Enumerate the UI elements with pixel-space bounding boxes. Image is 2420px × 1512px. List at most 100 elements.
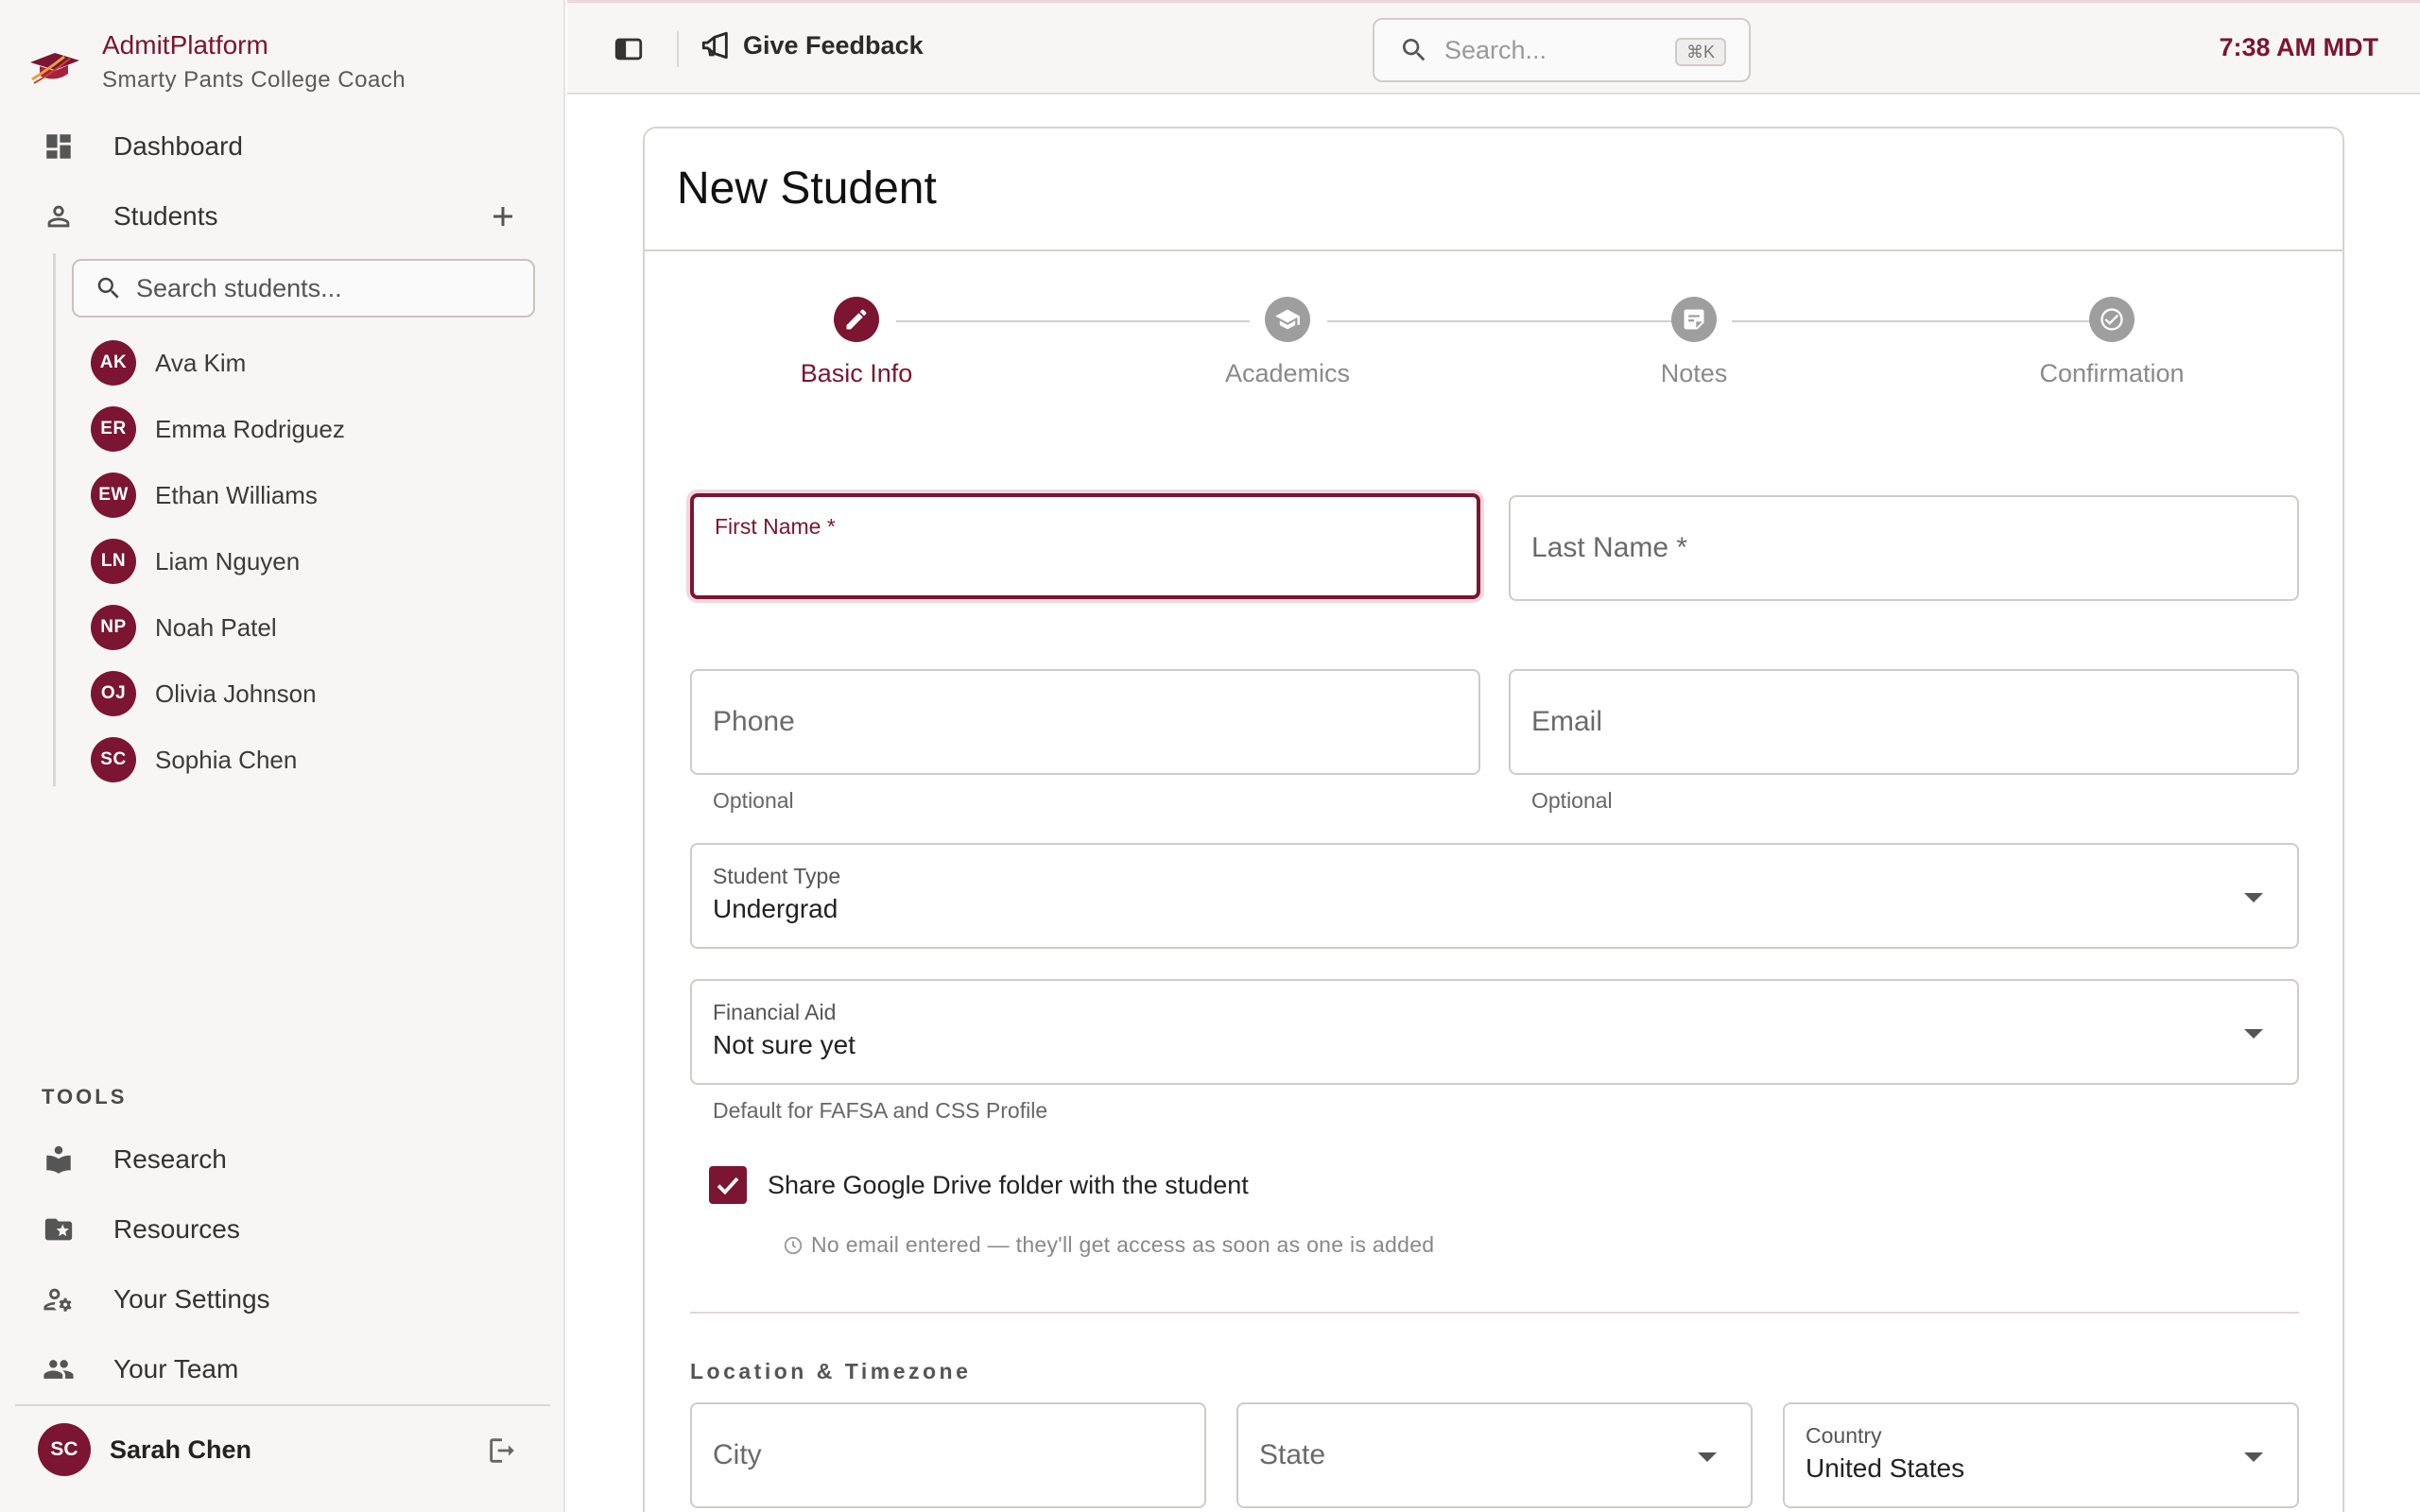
- nav-students[interactable]: Students: [0, 185, 565, 248]
- book-icon: [42, 1143, 76, 1177]
- divider: [645, 249, 2342, 251]
- logout-button[interactable]: [486, 1435, 520, 1469]
- student-item-olivia-johnson[interactable]: OJ Olivia Johnson: [91, 667, 317, 720]
- avatar: LN: [91, 539, 136, 584]
- step-label: Basic Info: [800, 359, 913, 387]
- student-item-noah-patel[interactable]: NP Noah Patel: [91, 601, 277, 654]
- student-name: Olivia Johnson: [155, 679, 317, 708]
- page-title: New Student: [677, 163, 937, 214]
- share-drive-note-text: No email entered — they'll get access as…: [811, 1232, 1435, 1257]
- student-search-input[interactable]: [136, 273, 514, 303]
- financial-aid-value: Not sure yet: [713, 1030, 856, 1059]
- user-name: Sarah Chen: [110, 1435, 252, 1464]
- toggle-sidebar-button[interactable]: [613, 33, 647, 67]
- step-academics[interactable]: Academics: [1146, 297, 1429, 388]
- share-drive-note: No email entered — they'll get access as…: [783, 1232, 1434, 1258]
- group-icon: [42, 1352, 76, 1386]
- student-type-label: Student Type: [713, 864, 841, 888]
- dropdown-arrow-icon: [2244, 1029, 2263, 1039]
- current-user[interactable]: SC Sarah Chen: [38, 1423, 251, 1476]
- sidebar: AdmitPlatform Smarty Pants College Coach…: [0, 0, 565, 1512]
- city-field[interactable]: City: [690, 1402, 1206, 1508]
- financial-aid-label: Financial Aid: [713, 1000, 837, 1024]
- step-notes[interactable]: Notes: [1552, 297, 1836, 388]
- phone-helper-text: Optional: [713, 788, 794, 813]
- nav-dashboard[interactable]: Dashboard: [0, 115, 565, 178]
- folder-star-icon: [42, 1212, 76, 1246]
- divider: [690, 1312, 2299, 1314]
- nav-your-settings[interactable]: Your Settings: [0, 1268, 565, 1331]
- check-circle-icon: [2089, 297, 2135, 342]
- nav-research[interactable]: Research: [0, 1128, 565, 1191]
- student-item-emma-rodriguez[interactable]: ER Emma Rodriguez: [91, 403, 345, 455]
- financial-aid-select[interactable]: Financial Aid Not sure yet: [690, 979, 2299, 1085]
- step-confirmation[interactable]: Confirmation: [1970, 297, 2254, 388]
- last-name-label: Last Name *: [1531, 532, 1688, 563]
- student-item-ethan-williams[interactable]: EW Ethan Williams: [91, 469, 318, 522]
- step-label: Notes: [1660, 359, 1728, 387]
- note-icon: [1671, 297, 1717, 342]
- share-drive-checkbox-row[interactable]: Share Google Drive folder with the stude…: [709, 1166, 1249, 1204]
- nav-resources[interactable]: Resources: [0, 1198, 565, 1261]
- global-search-input[interactable]: [1444, 35, 1652, 65]
- first-name-label: First Name *: [715, 514, 836, 539]
- student-item-ava-kim[interactable]: AK Ava Kim: [91, 336, 246, 389]
- plus-icon: [493, 207, 512, 226]
- give-feedback-button[interactable]: Give Feedback: [700, 29, 924, 61]
- school-icon: [1265, 297, 1310, 342]
- nav-dashboard-label: Dashboard: [113, 131, 243, 161]
- nav-your-team-label: Your Team: [113, 1354, 239, 1383]
- tools-section-label: TOOLS: [42, 1085, 128, 1108]
- clock-icon: [784, 1236, 803, 1254]
- avatar: SC: [38, 1423, 91, 1476]
- search-icon: [1402, 39, 1426, 61]
- email-helper-text: Optional: [1531, 788, 1613, 813]
- add-student-button[interactable]: [486, 199, 520, 233]
- nav-resources-label: Resources: [113, 1214, 240, 1244]
- brand-subtitle: Smarty Pants College Coach: [102, 67, 406, 93]
- share-drive-label: Share Google Drive folder with the stude…: [768, 1170, 1249, 1199]
- nav-your-team[interactable]: Your Team: [0, 1338, 565, 1400]
- student-type-select[interactable]: Student Type Undergrad: [690, 843, 2299, 949]
- user-settings-icon: [42, 1282, 76, 1316]
- email-label: Email: [1531, 706, 1603, 737]
- brand-name: AdmitPlatform: [102, 30, 268, 60]
- step-basic-info[interactable]: Basic Info: [715, 297, 998, 388]
- state-select[interactable]: State: [1236, 1402, 1753, 1508]
- dropdown-arrow-icon: [2244, 1452, 2263, 1462]
- country-label: Country: [1806, 1423, 1882, 1448]
- student-type-value: Undergrad: [713, 894, 838, 923]
- student-item-sophia-chen[interactable]: SC Sophia Chen: [91, 733, 297, 786]
- first-name-field[interactable]: First Name *: [690, 493, 1480, 599]
- brand[interactable]: AdmitPlatform Smarty Pants College Coach: [26, 26, 406, 96]
- dropdown-arrow-icon: [1698, 1452, 1717, 1462]
- step-label: Academics: [1224, 359, 1351, 387]
- share-drive-checkbox[interactable]: [709, 1166, 747, 1204]
- nav-your-settings-label: Your Settings: [113, 1284, 270, 1314]
- nav-students-label: Students: [113, 201, 218, 231]
- state-label: State: [1259, 1439, 1326, 1470]
- avatar: SC: [91, 737, 136, 782]
- dropdown-arrow-icon: [2244, 893, 2263, 902]
- global-search[interactable]: ⌘K: [1373, 18, 1751, 82]
- last-name-field[interactable]: Last Name *: [1509, 495, 2299, 601]
- shortcut-badge: ⌘K: [1674, 38, 1726, 66]
- student-name: Emma Rodriguez: [155, 414, 345, 443]
- avatar: ER: [91, 406, 136, 452]
- top-bar: Give Feedback ⌘K 7:38 AM MDT: [567, 0, 2420, 94]
- phone-field[interactable]: Phone: [690, 669, 1480, 775]
- dashboard-icon: [42, 129, 76, 163]
- person-icon: [42, 199, 76, 233]
- step-label: Confirmation: [2039, 359, 2185, 387]
- divider: [15, 1404, 550, 1406]
- student-search[interactable]: [72, 259, 535, 318]
- logout-icon: [490, 1438, 514, 1463]
- country-select[interactable]: Country United States: [1783, 1402, 2299, 1508]
- email-field[interactable]: Email: [1509, 669, 2299, 775]
- new-student-card: New Student Basic Info Academics Notes C…: [643, 127, 2344, 1512]
- divider: [677, 31, 679, 67]
- student-item-liam-nguyen[interactable]: LN Liam Nguyen: [91, 535, 300, 588]
- student-name: Sophia Chen: [155, 745, 298, 774]
- pencil-icon: [834, 297, 879, 342]
- give-feedback-label: Give Feedback: [743, 30, 924, 60]
